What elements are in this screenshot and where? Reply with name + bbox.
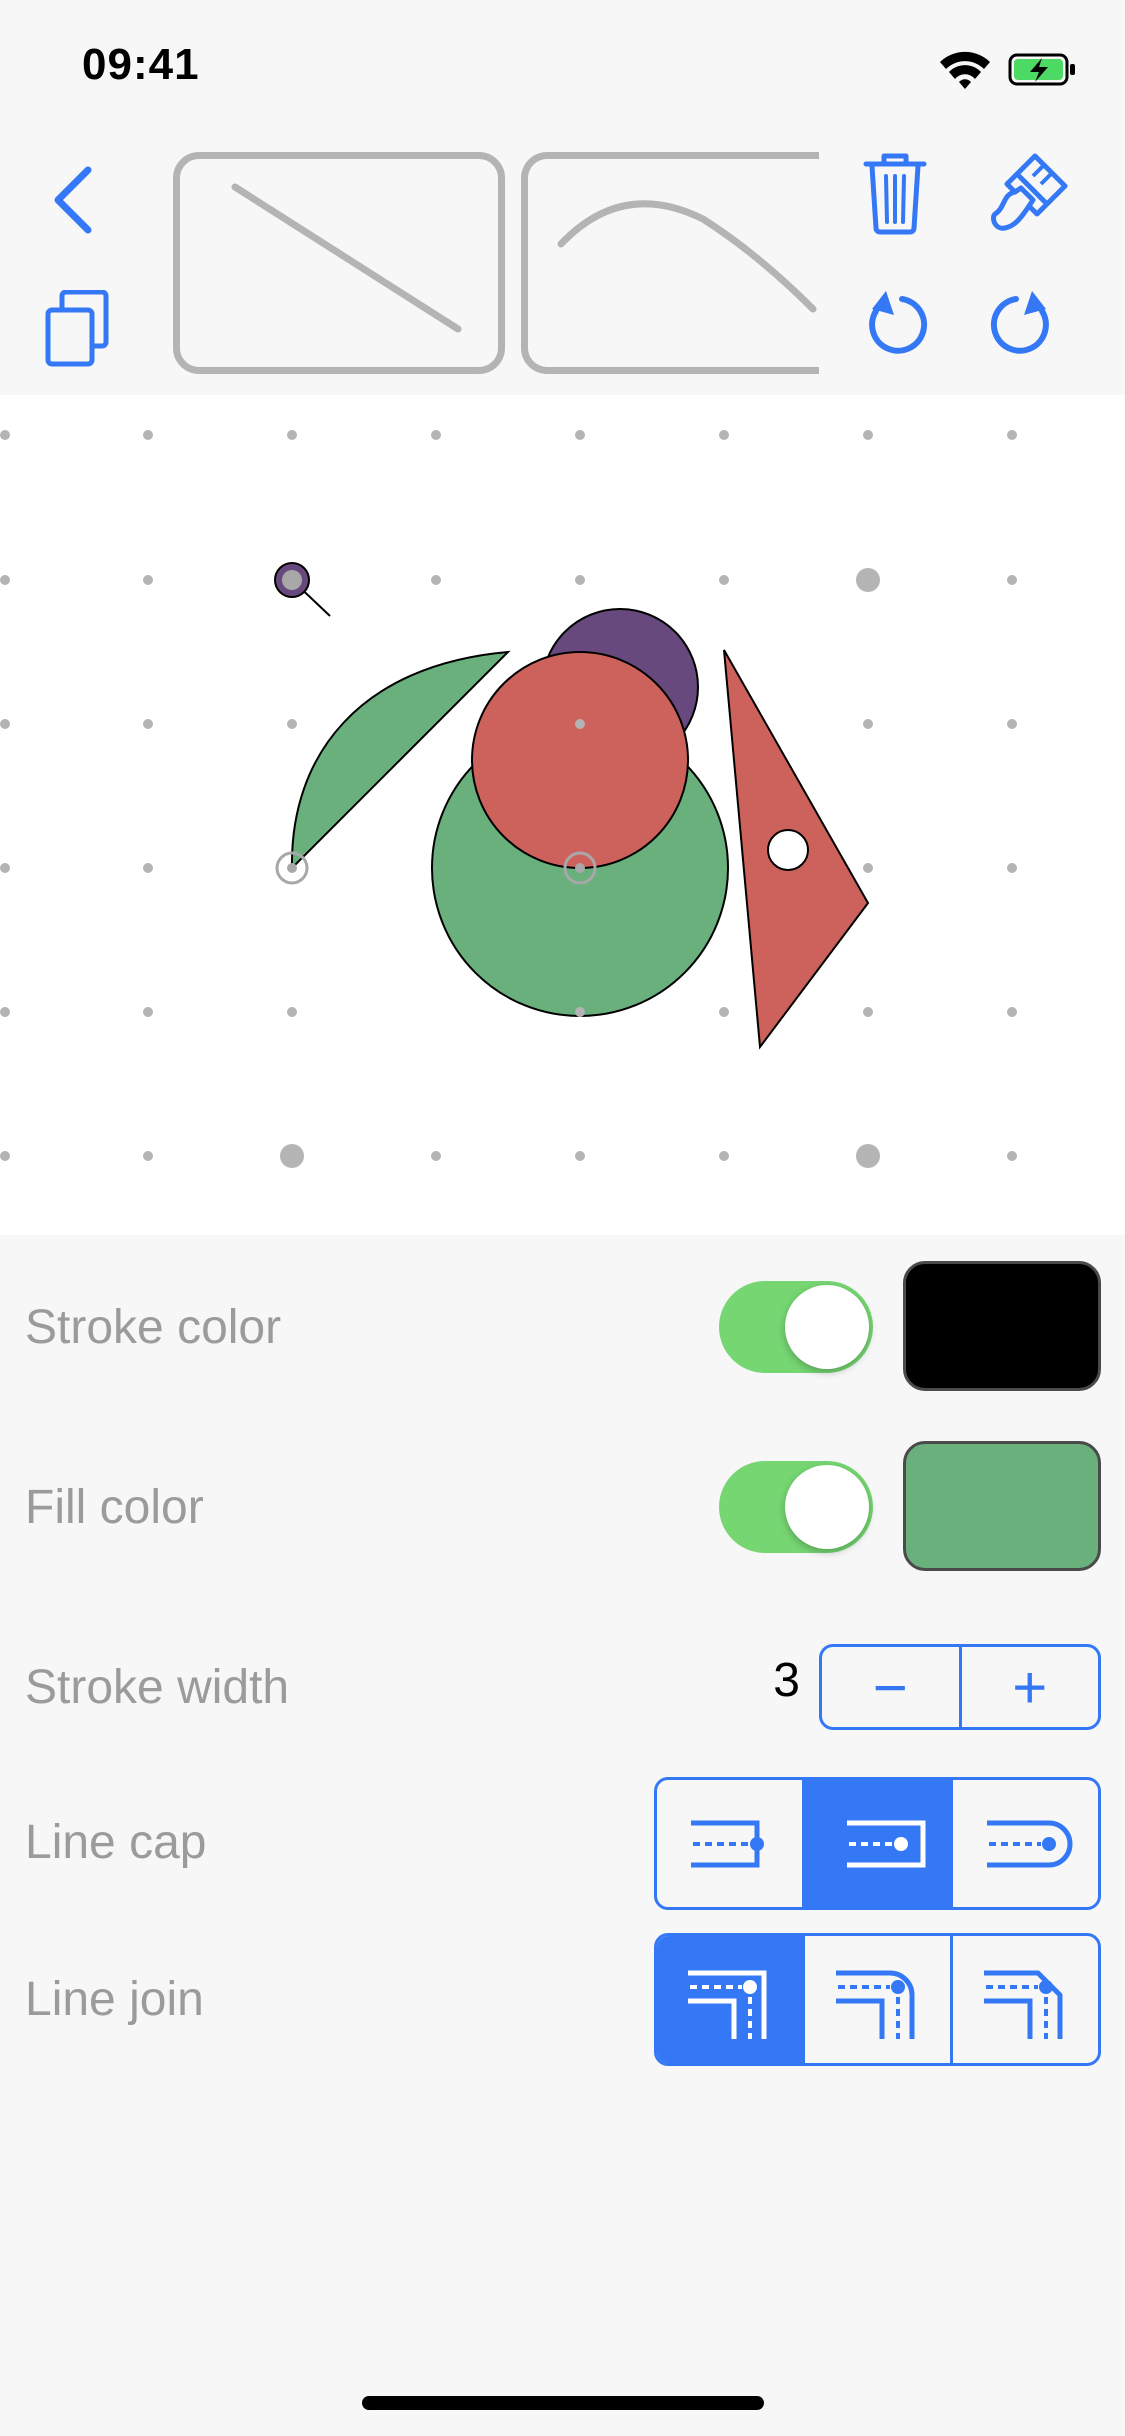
- anchor-handle-center: [575, 863, 585, 873]
- bevel-join-icon: [983, 1970, 1062, 2039]
- stroke-color-swatch[interactable]: [903, 1261, 1101, 1391]
- line-join-miter-option[interactable]: [657, 1936, 802, 2063]
- drawing-canvas[interactable]: [0, 395, 1125, 1235]
- line-shape-icon: [231, 183, 462, 333]
- redo-icon[interactable]: [990, 285, 1056, 357]
- status-time: 09:41: [82, 40, 200, 89]
- duplicate-icon[interactable]: [44, 290, 114, 368]
- round-join-icon: [835, 1970, 914, 2039]
- stroke-width-label: Stroke width: [25, 1661, 290, 1714]
- stroke-width-stepper[interactable]: − +: [819, 1644, 1101, 1730]
- line-cap-square-option[interactable]: [802, 1780, 950, 1907]
- decrement-button[interactable]: −: [822, 1647, 962, 1727]
- toolbar: [0, 130, 1125, 395]
- fill-color-swatch[interactable]: [903, 1441, 1101, 1571]
- home-indicator[interactable]: [362, 2396, 764, 2410]
- line-cap-segmented-control: [654, 1777, 1101, 1910]
- control-point-center: [282, 570, 302, 590]
- status-icons: [940, 51, 1075, 89]
- line-join-label: Line join: [25, 1973, 204, 2026]
- butt-cap-icon: [690, 1820, 764, 1867]
- line-cap-label: Line cap: [25, 1816, 207, 1869]
- selected-vertex-handle: [767, 829, 809, 871]
- chevron-left-icon[interactable]: [50, 165, 95, 235]
- paintbrush-icon[interactable]: [985, 152, 1069, 236]
- square-cap-icon: [846, 1820, 925, 1867]
- line-join-round-option[interactable]: [802, 1936, 950, 2063]
- battery-icon: [1008, 53, 1075, 86]
- increment-button[interactable]: +: [962, 1647, 1099, 1727]
- shape-thumbnail-line[interactable]: [173, 152, 505, 374]
- grid-dot: [575, 719, 585, 729]
- stroke-color-toggle[interactable]: [719, 1281, 873, 1373]
- round-cap-icon: [986, 1820, 1072, 1867]
- line-join-bevel-option[interactable]: [950, 1936, 1098, 2063]
- shape-thumbnail-curve[interactable]: [521, 152, 819, 374]
- canvas-surface[interactable]: [0, 395, 1125, 1235]
- red-circle-shape: [471, 651, 689, 869]
- line-cap-butt-option[interactable]: [657, 1780, 802, 1907]
- curve-shape-icon: [557, 200, 817, 313]
- anchor-handle-center: [287, 863, 297, 873]
- wifi-icon: [940, 51, 990, 89]
- toggle-knob: [785, 1465, 869, 1549]
- toggle-knob: [785, 1285, 869, 1369]
- stroke-color-label: Stroke color: [25, 1301, 282, 1354]
- miter-join-icon: [687, 1970, 766, 2039]
- undo-icon[interactable]: [862, 285, 928, 357]
- stroke-width-value: 3: [773, 1654, 800, 1707]
- line-join-segmented-control: [654, 1933, 1101, 2066]
- line-cap-round-option[interactable]: [950, 1780, 1098, 1907]
- fill-color-toggle[interactable]: [719, 1461, 873, 1553]
- fill-color-label: Fill color: [25, 1481, 204, 1534]
- grid-dot: [575, 1007, 585, 1017]
- trash-icon[interactable]: [862, 152, 928, 236]
